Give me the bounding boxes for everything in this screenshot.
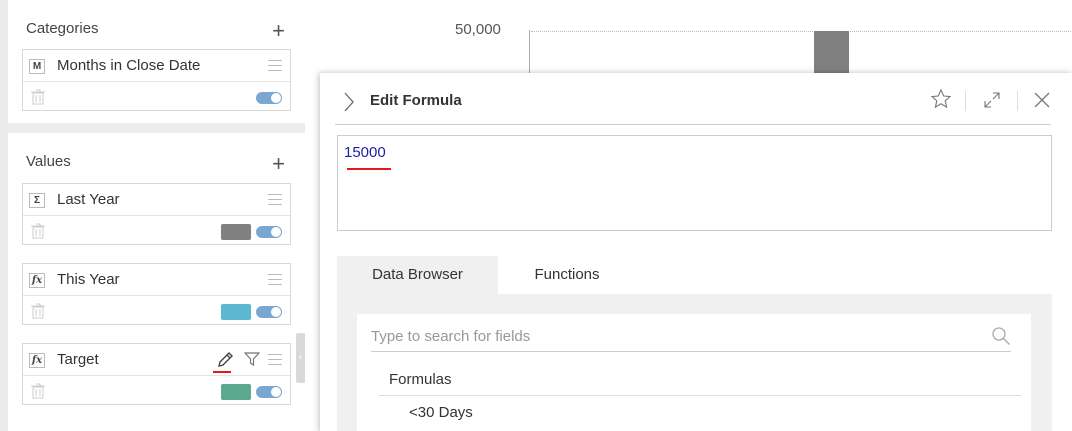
formula-text[interactable]: 15000 [344, 144, 386, 161]
value-card-this-year[interactable]: fx This Year [22, 263, 291, 325]
categories-section: Categories + M Months in Close Date [8, 0, 305, 123]
color-swatch[interactable] [221, 224, 251, 240]
tab-functions[interactable]: Functions [498, 256, 636, 294]
trash-icon[interactable] [31, 223, 45, 239]
card-header: fx This Year [23, 264, 290, 296]
trash-icon[interactable] [31, 383, 45, 399]
star-icon[interactable] [930, 88, 952, 110]
add-category-button[interactable]: + [272, 20, 285, 42]
gridline [531, 31, 1071, 32]
collapse-panel-handle[interactable]: ‹ [296, 333, 305, 383]
chevron-right-icon[interactable] [342, 91, 356, 113]
edit-formula-panel: Edit Formula 15000 Data Browser Function… [320, 73, 1072, 431]
expand-icon[interactable] [982, 90, 1002, 110]
toolbar-divider [1017, 91, 1018, 111]
list-item[interactable]: <30 Days [409, 404, 473, 421]
y-axis-tick-label: 50,000 [455, 21, 501, 38]
toolbar-divider [965, 91, 966, 111]
close-icon[interactable] [1032, 90, 1052, 110]
card-header: M Months in Close Date [23, 50, 290, 82]
visibility-toggle[interactable] [256, 386, 282, 398]
data-browser-list: Formulas <30 Days [357, 314, 1031, 431]
drag-handle-icon[interactable] [268, 60, 282, 71]
color-swatch[interactable] [221, 304, 251, 320]
edit-pencil-icon[interactable] [216, 351, 234, 369]
trash-icon[interactable] [31, 303, 45, 319]
sum-badge: Σ [29, 193, 45, 208]
formula-badge: fx [29, 273, 45, 288]
categories-title: Categories [26, 20, 99, 37]
card-header: fx Target [23, 344, 290, 376]
formulas-group-label[interactable]: Formulas [389, 371, 452, 388]
annotation-underline [213, 371, 231, 373]
field-label: Months in Close Date [57, 57, 201, 74]
values-section: Values + Σ Last Year fx This Year fx Tar… [8, 133, 305, 431]
drag-handle-icon[interactable] [268, 354, 282, 365]
values-title: Values [26, 153, 71, 170]
field-label: Last Year [57, 191, 120, 208]
visibility-toggle[interactable] [256, 306, 282, 318]
group-divider [379, 395, 1021, 396]
value-card-last-year[interactable]: Σ Last Year [22, 183, 291, 245]
app-root: Categories + M Months in Close Date Valu… [0, 0, 1072, 431]
field-label: This Year [57, 271, 120, 288]
search-icon[interactable] [991, 326, 1011, 346]
annotation-underline [347, 168, 391, 170]
value-card-target[interactable]: fx Target [22, 343, 291, 405]
field-search-input[interactable] [371, 322, 1011, 352]
formula-editor[interactable]: 15000 [337, 135, 1052, 231]
measure-badge: M [29, 59, 45, 74]
color-swatch[interactable] [221, 384, 251, 400]
drag-handle-icon[interactable] [268, 274, 282, 285]
category-card-months[interactable]: M Months in Close Date [22, 49, 291, 111]
drag-handle-icon[interactable] [268, 194, 282, 205]
visibility-toggle[interactable] [256, 92, 282, 104]
formula-badge: fx [29, 353, 45, 368]
filter-icon[interactable] [244, 351, 260, 367]
trash-icon[interactable] [31, 89, 45, 105]
header-divider [335, 124, 1051, 125]
fields-panel: Categories + M Months in Close Date Valu… [0, 0, 305, 431]
panel-title: Edit Formula [370, 92, 462, 109]
field-label: Target [57, 351, 99, 368]
visibility-toggle[interactable] [256, 226, 282, 238]
add-value-button[interactable]: + [272, 153, 285, 175]
card-header: Σ Last Year [23, 184, 290, 216]
tab-data-browser[interactable]: Data Browser [337, 256, 498, 294]
